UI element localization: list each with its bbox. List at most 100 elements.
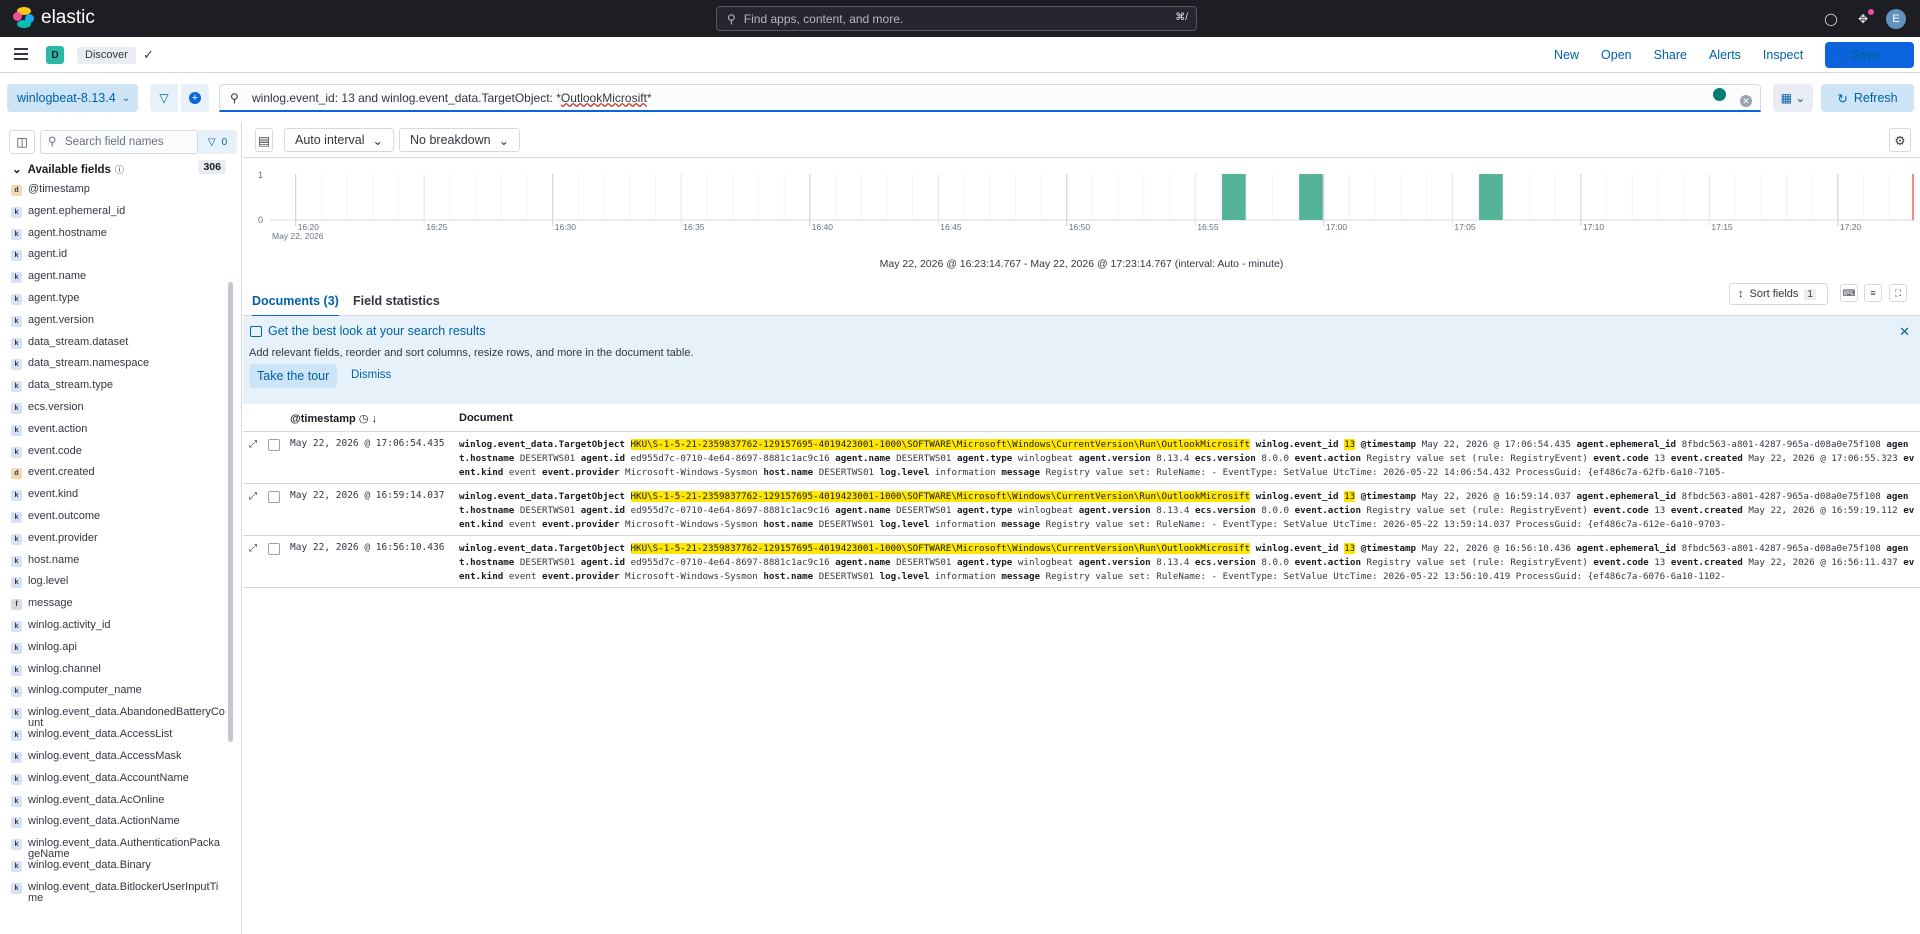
field-item[interactable]: k event.code bbox=[10, 445, 225, 468]
breakdown-select[interactable]: No breakdown ⌄ bbox=[399, 128, 521, 152]
field-search-input[interactable]: ⚲ Search field names bbox=[40, 130, 198, 154]
elastic-logo[interactable]: elastic bbox=[13, 7, 95, 29]
col-timestamp[interactable]: @timestamp ◷ ↓ bbox=[290, 412, 377, 425]
col-document[interactable]: Document bbox=[459, 412, 513, 424]
table-row[interactable]: ⤢ May 22, 2026 @ 17:06:54.435 winlog.event… bbox=[243, 433, 1920, 484]
field-item[interactable]: k agent.version bbox=[10, 314, 225, 337]
sort-desc-icon[interactable]: ↓ bbox=[371, 413, 377, 425]
field-item[interactable]: k data_stream.dataset bbox=[10, 335, 225, 359]
expand-row-icon[interactable]: ⤢ bbox=[249, 439, 257, 450]
keyboard-icon[interactable]: ⌨ bbox=[1840, 284, 1858, 302]
field-item[interactable]: k agent.hostname bbox=[10, 227, 225, 250]
field-item[interactable]: k host.name bbox=[10, 554, 225, 577]
field-type-icon: k bbox=[11, 708, 22, 720]
tab-documents[interactable]: Documents (3) bbox=[252, 294, 339, 317]
field-item[interactable]: k winlog.event_data.BitlockerUserInputTim… bbox=[10, 881, 225, 904]
histogram-bar bbox=[1222, 174, 1246, 220]
menu-toggle-icon[interactable] bbox=[14, 48, 28, 60]
field-type-filter-button[interactable]: ▽ 0 bbox=[198, 130, 237, 154]
help-icon[interactable]: ◯ bbox=[1822, 10, 1840, 28]
interval-select[interactable]: Auto interval ⌄ bbox=[284, 128, 394, 152]
save-button[interactable]: □ Save bbox=[1825, 42, 1914, 68]
field-item[interactable]: k agent.name bbox=[10, 271, 225, 293]
doc-agent-version: 8.13.4 bbox=[1156, 505, 1190, 517]
field-item[interactable]: k winlog.activity_id bbox=[10, 619, 225, 642]
row-checkbox[interactable] bbox=[268, 543, 280, 555]
field-item[interactable]: k winlog.event_data.AbandonedBatteryCount bbox=[10, 707, 225, 729]
field-item[interactable]: k winlog.event_data.AcOnline bbox=[10, 794, 225, 817]
new-link[interactable]: New bbox=[1554, 48, 1579, 62]
field-item[interactable]: k winlog.channel bbox=[10, 663, 225, 686]
field-item[interactable]: k log.level bbox=[10, 576, 225, 598]
field-item[interactable]: k event.outcome bbox=[10, 509, 225, 533]
field-item[interactable]: k event.action bbox=[10, 423, 225, 446]
breadcrumb-discover[interactable]: Discover bbox=[77, 47, 136, 64]
field-name: event.outcome bbox=[28, 509, 101, 522]
highlight-event-id: 13 bbox=[1344, 543, 1356, 554]
field-item[interactable]: k agent.id bbox=[10, 249, 225, 271]
add-filter-button[interactable]: + bbox=[181, 84, 209, 112]
share-link[interactable]: Share bbox=[1654, 48, 1687, 62]
toggle-chart-icon[interactable]: ▤ bbox=[255, 128, 273, 152]
expand-row-icon[interactable]: ⤢ bbox=[249, 543, 257, 554]
space-avatar[interactable]: D bbox=[46, 46, 64, 64]
sort-fields-button[interactable]: ↕ Sort fields 1 bbox=[1729, 283, 1828, 305]
query-input[interactable]: ⚲ winlog.event_id: 13 and winlog.event_d… bbox=[219, 84, 1761, 112]
global-search-input[interactable]: ⚲ Find apps, content, and more. ⌘/ bbox=[716, 6, 1197, 31]
date-picker-button[interactable]: ▦ ⌄ bbox=[1773, 84, 1813, 112]
field-item[interactable]: k winlog.computer_name bbox=[10, 685, 225, 707]
refresh-button[interactable]: ↻ Refresh bbox=[1821, 84, 1914, 112]
doc-event-created: May 22, 2026 @ 17:06:55.323 bbox=[1748, 453, 1898, 465]
close-icon[interactable]: ✕ bbox=[1899, 324, 1910, 340]
assistant-icon[interactable] bbox=[1713, 88, 1726, 101]
field-item[interactable]: k winlog.event_data.ActionName bbox=[10, 816, 225, 838]
table-row[interactable]: ⤢ May 22, 2026 @ 16:56:10.436 winlog.event… bbox=[243, 537, 1920, 588]
dismiss-button[interactable]: Dismiss bbox=[351, 369, 391, 381]
filter-menu-button[interactable]: ▽ bbox=[150, 84, 178, 112]
doc-event-code: 13 bbox=[1654, 505, 1666, 517]
field-item[interactable]: k winlog.api bbox=[10, 641, 225, 664]
chart-options-icon[interactable]: ⚙ bbox=[1889, 128, 1911, 152]
user-avatar[interactable]: E bbox=[1886, 8, 1906, 29]
field-item[interactable]: k data_stream.namespace bbox=[10, 358, 225, 380]
field-item[interactable]: f message bbox=[10, 598, 225, 620]
sort-fields-label: Sort fields bbox=[1749, 288, 1799, 300]
tab-field-statistics[interactable]: Field statistics bbox=[353, 294, 440, 308]
field-list-sidebar: ◫ ⚲ Search field names ▽ 0 ⌄ Available fiel… bbox=[0, 122, 242, 934]
fullscreen-icon[interactable]: ⛶ bbox=[1889, 284, 1907, 302]
field-item[interactable]: k winlog.event_data.AccessMask bbox=[10, 750, 225, 773]
field-item[interactable]: k event.provider bbox=[10, 532, 225, 555]
field-item[interactable]: k ecs.version bbox=[10, 401, 225, 424]
take-tour-button[interactable]: Take the tour bbox=[249, 364, 338, 388]
row-checkbox[interactable] bbox=[268, 439, 280, 451]
collapse-sidebar-icon[interactable]: ◫ bbox=[9, 130, 35, 154]
doc-ecs-version: 8.0.0 bbox=[1261, 453, 1290, 465]
main-panel: ▤ Auto interval ⌄ No breakdown ⌄ ⚙ 1 0 16:20… bbox=[243, 122, 1920, 934]
data-view-picker[interactable]: winlogbeat-8.13.4 ⌄ bbox=[7, 84, 138, 112]
field-name: data_stream.dataset bbox=[28, 335, 129, 348]
table-row[interactable]: ⤢ May 22, 2026 @ 16:59:14.037 winlog.event… bbox=[243, 485, 1920, 536]
field-item[interactable]: k winlog.event_data.Binary bbox=[10, 860, 225, 882]
inspect-link[interactable]: Inspect bbox=[1763, 48, 1803, 62]
field-item[interactable]: k agent.ephemeral_id bbox=[10, 205, 225, 228]
field-item[interactable]: d @timestamp bbox=[10, 184, 225, 206]
field-item[interactable]: k winlog.event_data.AccountName bbox=[10, 772, 225, 795]
field-type-icon: k bbox=[11, 773, 22, 785]
display-options-icon[interactable]: ≡ bbox=[1864, 284, 1882, 302]
filter-icon: ▽ bbox=[207, 136, 216, 148]
field-item[interactable]: k event.kind bbox=[10, 489, 225, 511]
field-item[interactable]: k winlog.event_data.AccessList bbox=[10, 729, 225, 751]
field-item[interactable]: d event.created bbox=[10, 467, 225, 489]
field-item[interactable]: k data_stream.type bbox=[10, 380, 225, 402]
expand-row-icon[interactable]: ⤢ bbox=[249, 491, 257, 502]
alerts-link[interactable]: Alerts bbox=[1709, 48, 1741, 62]
available-fields-header[interactable]: ⌄ Available fields ⓘ 306 bbox=[12, 160, 226, 176]
row-document: winlog.event_data.TargetObject HKU\S-1-5… bbox=[459, 543, 1915, 583]
field-item[interactable]: k winlog.event_data.AuthenticationPackage… bbox=[10, 838, 225, 860]
clear-query-icon[interactable]: ✕ bbox=[1740, 95, 1752, 107]
news-feed-icon[interactable]: ✥ bbox=[1854, 8, 1874, 28]
row-checkbox[interactable] bbox=[268, 491, 280, 503]
open-link[interactable]: Open bbox=[1601, 48, 1632, 62]
field-item[interactable]: k agent.type bbox=[10, 292, 225, 315]
sidebar-scrollbar[interactable] bbox=[228, 282, 233, 742]
